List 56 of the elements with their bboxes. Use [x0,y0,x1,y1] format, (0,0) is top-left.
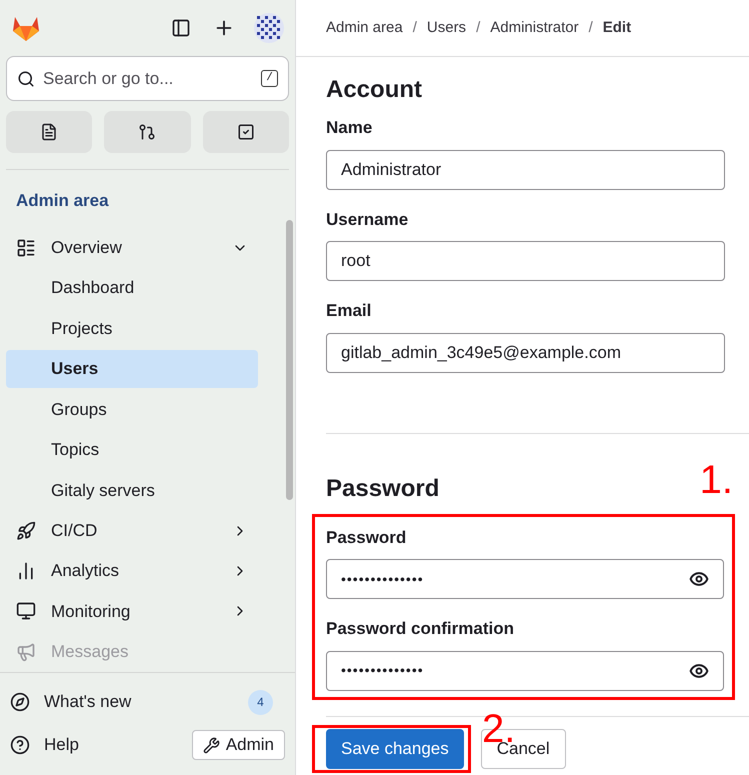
sidebar-toggle-icon[interactable] [171,18,191,38]
breadcrumb-separator: / [588,18,593,38]
save-button[interactable]: Save changes [326,728,464,768]
merge-requests-button[interactable] [104,111,191,153]
megaphone-icon [16,642,36,662]
breadcrumb-separator: / [476,18,480,38]
admin-button[interactable]: Admin [192,730,285,760]
field-label: Password confirmation [326,618,515,640]
help-item[interactable]: Help [10,732,192,758]
input-field[interactable]: Administrator [326,150,725,190]
search-field[interactable]: Search or go to... / [6,56,289,101]
nav-item[interactable]: Topics [6,430,258,470]
wrench-icon [202,736,220,754]
breadcrumb-link[interactable]: Administrator [490,16,579,40]
breadcrumb-separator: / [412,18,417,38]
input-field[interactable]: root [326,241,725,281]
search-icon [17,70,35,88]
input-field[interactable]: gitlab_admin_3c49e5@example.com [326,332,725,372]
breadcrumb-link[interactable]: Admin area [326,16,403,40]
merge-request-icon [138,123,156,141]
todo-button[interactable] [202,111,289,153]
annotation-number: 1. [700,460,733,500]
nav-item[interactable]: Dashboard [6,268,258,308]
nav-group-item[interactable]: Monitoring [6,591,258,632]
avatar-icon[interactable] [253,12,285,44]
list-icon [16,238,36,258]
section-heading: Account [326,75,422,105]
password-field[interactable]: •••••••••••••• [326,559,724,599]
search-placeholder: Search or go to... [43,68,174,90]
field-label: Name [326,117,374,139]
whats-new-item[interactable]: What's new 4 [10,681,285,723]
breadcrumb-link[interactable]: Users [426,16,466,40]
issues-button[interactable] [6,111,92,153]
checkbox-icon [236,123,255,141]
breadcrumb-link[interactable]: Edit [602,16,632,40]
eye-icon[interactable] [689,569,709,589]
nav-item[interactable]: Projects [6,309,258,348]
nav-item[interactable]: Groups [6,390,258,429]
document-icon [40,123,58,141]
section-heading: Password [326,474,440,504]
field-label: Email [326,300,372,322]
nav-item[interactable]: Users [6,350,258,388]
nav-group-item[interactable]: Analytics [6,550,258,592]
nav-group-item[interactable]: CI/CD [6,510,258,551]
shortcut-key: / [261,70,278,87]
nav-group-item[interactable]: Overview [6,228,258,268]
field-label: Username [326,208,410,230]
section-title: Admin area [15,190,110,212]
field-label: Password [326,526,408,548]
count-badge: 4 [248,690,273,714]
monitor-icon [16,601,36,622]
rocket-icon [16,520,36,541]
nav-item[interactable]: Gitaly servers [6,471,258,510]
password-field[interactable]: •••••••••••••• [326,650,724,690]
compass-icon [10,692,30,712]
help-icon [10,735,30,755]
